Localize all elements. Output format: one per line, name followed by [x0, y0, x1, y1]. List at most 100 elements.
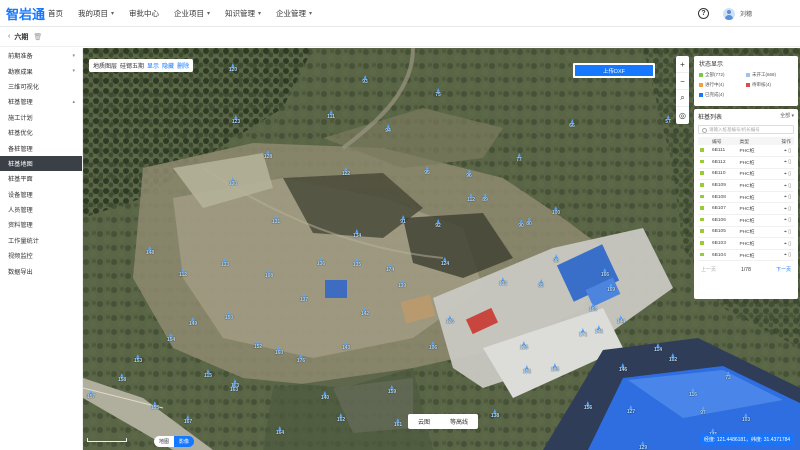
- document-icon[interactable]: ▯: [788, 206, 791, 212]
- pile-marker[interactable]: 73: [725, 371, 731, 381]
- sidebar-item-4[interactable]: 施工计划: [0, 110, 82, 125]
- pile-marker[interactable]: 131: [272, 215, 280, 225]
- layer-show-link[interactable]: 显示: [147, 61, 159, 70]
- table-row[interactable]: 6B111 PHC桩 ⌖ ▯: [698, 145, 794, 158]
- document-icon[interactable]: ▯: [788, 183, 791, 189]
- pile-marker[interactable]: 92: [435, 219, 441, 229]
- pile-marker[interactable]: 157: [87, 390, 95, 400]
- sidebar-item-9[interactable]: 设备管理: [0, 187, 82, 202]
- sidebar-item-6[interactable]: 备桩管理: [0, 140, 82, 155]
- sidebar-item-2[interactable]: 三维可视化: [0, 79, 82, 94]
- pile-marker[interactable]: 116: [689, 388, 697, 398]
- nav-item-3[interactable]: 企业项目 ▾: [174, 8, 210, 19]
- pile-marker[interactable]: 130: [229, 177, 237, 187]
- locate-pin-icon[interactable]: ⌖: [784, 241, 787, 247]
- locate-pin-icon[interactable]: ⌖: [784, 252, 787, 258]
- pile-marker[interactable]: 105: [551, 363, 559, 373]
- prev-page-button[interactable]: 上一页: [701, 266, 716, 273]
- pile-marker[interactable]: 133: [221, 258, 229, 268]
- pile-marker[interactable]: 94: [385, 124, 391, 134]
- pile-marker[interactable]: 164: [276, 426, 284, 436]
- layer-hide-link[interactable]: 隐藏: [162, 61, 174, 70]
- table-row[interactable]: 6B106 PHC桩 ⌖ ▯: [698, 214, 794, 227]
- pile-marker[interactable]: 176: [297, 354, 305, 364]
- sidebar-item-8[interactable]: 桩基平面: [0, 171, 82, 186]
- zoom-out-button[interactable]: −: [676, 73, 689, 90]
- pile-marker[interactable]: 57: [665, 115, 671, 125]
- pile-marker[interactable]: 143: [342, 341, 350, 351]
- trash-icon[interactable]: 🗑: [33, 33, 42, 41]
- table-row[interactable]: 6B103 PHC桩 ⌖ ▯: [698, 237, 794, 250]
- pile-marker[interactable]: 66: [569, 119, 575, 129]
- pile-marker[interactable]: 122: [342, 167, 350, 177]
- help-icon[interactable]: ?: [697, 8, 709, 19]
- tab-contour[interactable]: 等高线: [440, 414, 478, 429]
- pile-marker[interactable]: 135: [353, 258, 361, 268]
- zoom-in-button[interactable]: +: [676, 56, 689, 73]
- next-page-button[interactable]: 下一页: [776, 266, 791, 273]
- tab-satellite[interactable]: 影像: [174, 436, 195, 447]
- table-row[interactable]: 6B107 PHC桩 ⌖ ▯: [698, 202, 794, 216]
- pile-marker[interactable]: 155: [151, 401, 159, 411]
- pile-marker[interactable]: 171: [579, 328, 587, 338]
- avatar[interactable]: [722, 7, 735, 20]
- sidebar-item-7[interactable]: 桩基地图: [0, 155, 82, 172]
- table-row[interactable]: 6B105 PHC桩 ⌖ ▯: [698, 226, 794, 239]
- pile-marker[interactable]: 158: [118, 373, 126, 383]
- document-icon[interactable]: ▯: [788, 217, 791, 223]
- pile-marker[interactable]: 90: [518, 219, 524, 229]
- sidebar-item-13[interactable]: 视频监控: [0, 248, 82, 263]
- pile-marker[interactable]: 91: [400, 215, 406, 225]
- nav-item-2[interactable]: 审批中心: [129, 8, 159, 19]
- pile-marker[interactable]: 85: [538, 279, 544, 289]
- nav-item-1[interactable]: 我的项目 ▾: [78, 8, 114, 19]
- pile-marker[interactable]: 128: [264, 150, 272, 160]
- pile-marker[interactable]: 151: [523, 365, 531, 375]
- nav-item-4[interactable]: 知识管理 ▾: [225, 8, 261, 19]
- pile-marker[interactable]: 114: [654, 343, 662, 353]
- pile-marker[interactable]: 112: [467, 193, 475, 203]
- pile-marker[interactable]: 163: [230, 383, 238, 393]
- document-icon[interactable]: ▯: [788, 241, 791, 247]
- pile-marker[interactable]: 140: [321, 391, 329, 401]
- status-legend-item[interactable]: 待审核(4): [746, 82, 793, 88]
- status-legend-item[interactable]: 未开工(668): [746, 72, 793, 78]
- pile-marker[interactable]: 153: [134, 354, 142, 364]
- pile-marker[interactable]: 96: [466, 169, 472, 179]
- pile-marker[interactable]: 150: [225, 311, 233, 321]
- layer-delete-link[interactable]: 删除: [177, 61, 189, 70]
- locate-pin-icon[interactable]: ⌖: [784, 206, 787, 212]
- back-chevron-icon[interactable]: ‹: [8, 33, 10, 40]
- nav-item-5[interactable]: 企业管理 ▾: [276, 8, 312, 19]
- pile-marker[interactable]: 144: [617, 315, 625, 325]
- pile-marker[interactable]: 152: [254, 340, 262, 350]
- app-logo[interactable]: 智岩通: [6, 4, 45, 23]
- pile-filter-select[interactable]: 全部 ▾: [780, 112, 794, 121]
- status-legend-item[interactable]: 全部(772): [699, 72, 746, 78]
- pile-marker[interactable]: 137: [300, 293, 308, 303]
- document-icon[interactable]: ▯: [788, 252, 791, 258]
- locate-pin-icon[interactable]: ⌖: [784, 194, 787, 200]
- pile-marker[interactable]: 125: [520, 341, 528, 351]
- pile-marker[interactable]: 160: [275, 346, 283, 356]
- pile-marker[interactable]: 165: [589, 303, 597, 313]
- table-row[interactable]: 6B109 PHC桩 ⌖ ▯: [698, 179, 794, 192]
- pile-marker[interactable]: 146: [619, 363, 627, 373]
- pile-marker[interactable]: 142: [361, 307, 369, 317]
- pile-marker[interactable]: 80: [526, 217, 532, 227]
- pile-marker[interactable]: 75: [435, 88, 441, 98]
- pile-marker[interactable]: 93: [362, 75, 368, 85]
- locate-pin-icon[interactable]: ⌖: [784, 159, 787, 165]
- pile-marker[interactable]: 97: [700, 406, 706, 416]
- tab-map[interactable]: 地图: [154, 436, 175, 447]
- satellite-map[interactable]: 120 93 75 123 111 94 66 57 128 95 122 96 77 89 100 90 11…: [83, 48, 800, 450]
- pile-marker[interactable]: 108: [265, 269, 273, 279]
- pile-marker[interactable]: 159: [388, 385, 396, 395]
- upload-dxf-button[interactable]: 上传DXF: [573, 63, 655, 78]
- pile-marker[interactable]: 95: [424, 166, 430, 176]
- locate-pin-icon[interactable]: ⌖: [784, 148, 787, 154]
- pile-marker[interactable]: 77: [516, 153, 522, 163]
- document-icon[interactable]: ▯: [788, 148, 791, 154]
- sidebar-item-14[interactable]: 数据导出: [0, 263, 82, 278]
- sidebar-item-12[interactable]: 工作量统计: [0, 233, 82, 248]
